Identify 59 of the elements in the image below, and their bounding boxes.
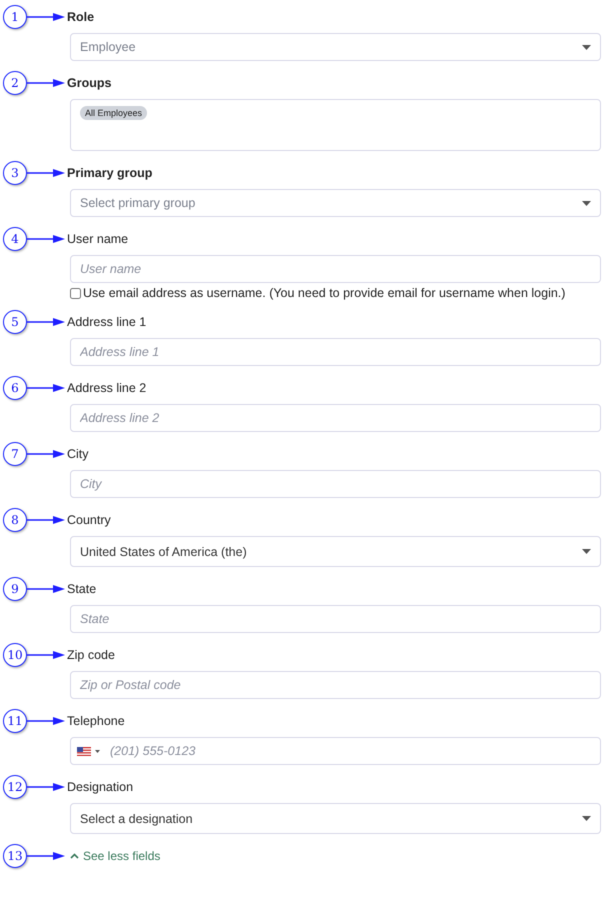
step-number: 1: [3, 5, 27, 29]
group-tag: All Employees: [80, 106, 148, 120]
field-label: City: [67, 447, 89, 461]
arrow-icon: [27, 716, 65, 726]
step-number: 11: [3, 709, 27, 733]
tags-field[interactable]: All Employees: [70, 99, 601, 151]
text-field[interactable]: City: [70, 470, 601, 498]
step-number: 12: [3, 775, 27, 799]
field-label: State: [67, 582, 96, 596]
arrow-icon: [27, 782, 65, 792]
step-number: 9: [3, 577, 27, 601]
field-label: User name: [67, 232, 128, 246]
arrow-icon: [27, 449, 65, 459]
arrow-icon: [27, 12, 65, 22]
arrow-icon: [27, 78, 65, 88]
field-label: Country: [67, 513, 111, 527]
field-label: Zip code: [67, 648, 115, 662]
field-label: Designation: [67, 780, 134, 794]
step-number: 2: [3, 71, 27, 95]
step-number: 6: [3, 376, 27, 400]
field-label: Telephone: [67, 714, 125, 728]
arrow-icon: [27, 317, 65, 327]
chevron-icon: [70, 853, 79, 859]
caret-icon: [582, 816, 591, 821]
step-number: 4: [3, 227, 27, 251]
arrow-icon: [27, 383, 65, 393]
field-label: Groups: [67, 76, 112, 90]
select-field[interactable]: United States of America (the): [70, 536, 601, 567]
select-field[interactable]: Select primary group: [70, 189, 601, 217]
arrow-icon: [27, 851, 65, 861]
arrow-icon: [27, 584, 65, 594]
select-field[interactable]: Employee: [70, 33, 601, 61]
caret-icon: [582, 549, 591, 554]
text-field[interactable]: State: [70, 605, 601, 633]
select-field[interactable]: Select a designation: [70, 803, 601, 834]
caret-icon: [582, 44, 591, 50]
step-number: 3: [3, 161, 27, 185]
step-number: 10: [3, 643, 27, 667]
field-label: Address line 2: [67, 381, 146, 395]
step-number: 13: [3, 844, 27, 868]
flag-icon: [77, 746, 91, 756]
arrow-icon: [27, 515, 65, 525]
step-number: 8: [3, 508, 27, 532]
field-label: Primary group: [67, 166, 152, 180]
arrow-icon: [27, 168, 65, 178]
see-less-link[interactable]: See less fields: [70, 849, 160, 863]
text-field[interactable]: Zip or Postal code: [70, 671, 601, 699]
text-field[interactable]: User name: [70, 255, 601, 283]
phone-field[interactable]: (201) 555-0123: [70, 737, 601, 765]
caret-icon: [95, 750, 100, 752]
field-label: Address line 1: [67, 315, 146, 329]
checkbox[interactable]: [70, 288, 81, 298]
step-number: 5: [3, 310, 27, 334]
caret-icon: [582, 200, 591, 206]
arrow-icon: [27, 234, 65, 244]
arrow-icon: [27, 650, 65, 660]
step-number: 7: [3, 442, 27, 466]
username-checkbox-label[interactable]: Use email address as username. (You need to provide email for username when login.): [70, 286, 601, 300]
field-label: Role: [67, 10, 94, 24]
